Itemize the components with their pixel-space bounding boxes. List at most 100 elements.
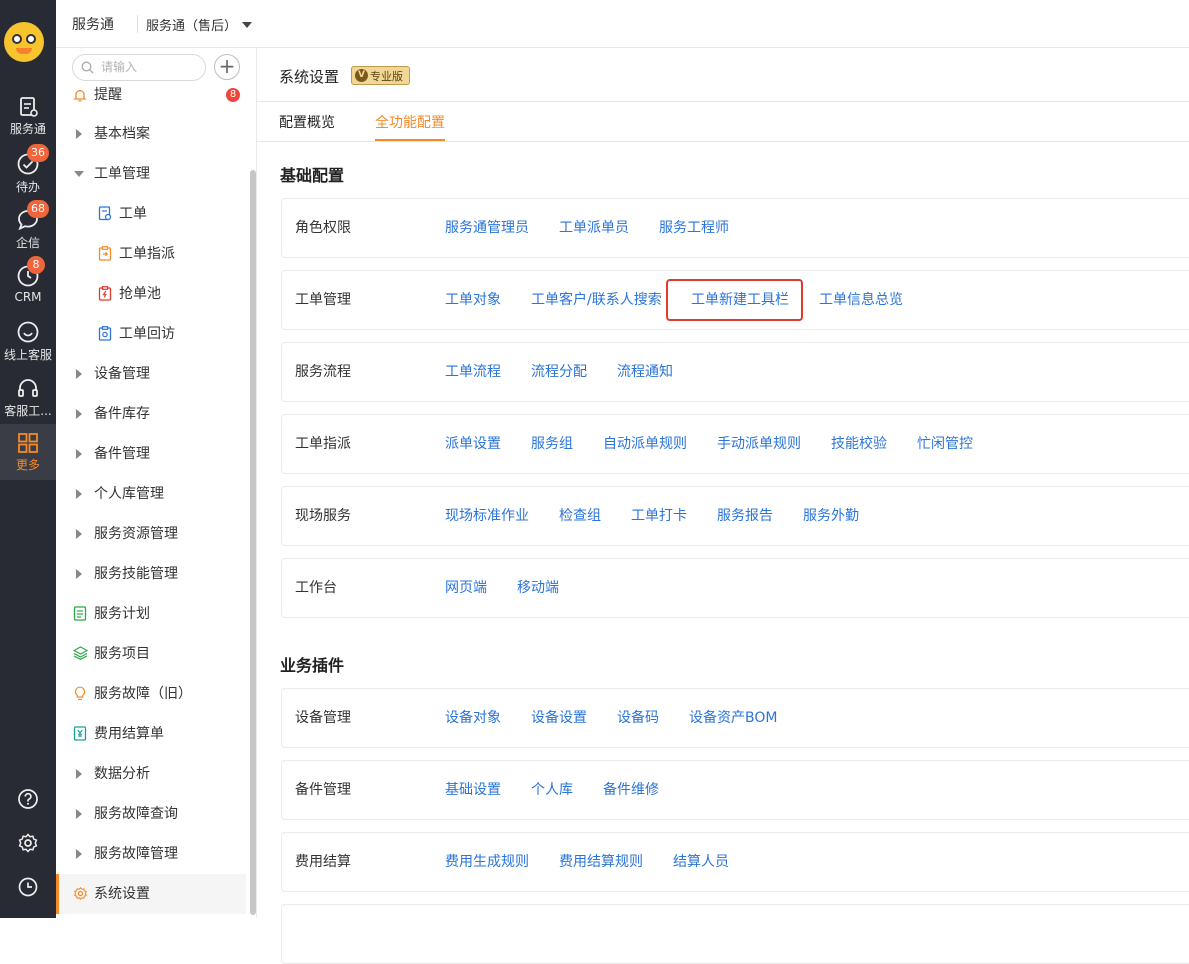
- link-device-asset-bom[interactable]: 设备资产BOM: [689, 689, 777, 747]
- link-check-group[interactable]: 检查组: [559, 487, 601, 545]
- sidebar-item-device-mgmt[interactable]: 设备管理: [56, 354, 246, 394]
- sidebar: 请输入 + 提醒 8 基本档案 工单管理 工单 工单指派 抢单池 工单回访 设备…: [56, 48, 257, 918]
- reminder-badge: 8: [226, 88, 240, 102]
- sidebar-item-label: 抢单池: [119, 286, 161, 302]
- search-icon: [81, 61, 94, 74]
- link-dispatch-settings[interactable]: 派单设置: [445, 415, 501, 473]
- help-button[interactable]: [0, 788, 56, 812]
- search-input[interactable]: 请输入: [72, 54, 206, 81]
- sidebar-item-fault-query[interactable]: 服务故障查询: [56, 794, 246, 834]
- sidebar-item-label: 系统设置: [94, 886, 150, 902]
- link-settlement-staff[interactable]: 结算人员: [673, 833, 729, 891]
- sidebar-item-spare-stock[interactable]: 备件库存: [56, 394, 246, 434]
- sidebar-item-workorder[interactable]: 工单: [56, 194, 246, 234]
- sidebar-item-fault-mgmt[interactable]: 服务故障管理: [56, 834, 246, 874]
- rail-label: CRM: [14, 290, 42, 304]
- config-row-workbench: 工作台 网页端 移动端: [281, 558, 1189, 618]
- link-workorder-overview[interactable]: 工单信息总览: [819, 271, 903, 329]
- caret-right-icon: [76, 849, 82, 859]
- rail-item-more[interactable]: 更多: [0, 424, 56, 480]
- link-service-admin[interactable]: 服务通管理员: [445, 199, 529, 257]
- tab-overview[interactable]: 配置概览: [279, 112, 335, 132]
- link-workorder-flow[interactable]: 工单流程: [445, 343, 501, 401]
- add-button[interactable]: +: [214, 54, 240, 80]
- service-doc-icon: [20, 97, 38, 117]
- link-skill-check[interactable]: 技能校验: [831, 415, 887, 473]
- layers-icon: [73, 646, 88, 660]
- crm-badge: 8: [27, 256, 45, 274]
- history-button[interactable]: [0, 876, 56, 900]
- link-service-engineer[interactable]: 服务工程师: [659, 199, 729, 257]
- history-clock-icon: [18, 877, 38, 897]
- link-busy-control[interactable]: 忙闲管控: [917, 415, 973, 473]
- link-workorder-customer-search[interactable]: 工单客户/联系人搜索: [531, 271, 662, 329]
- sidebar-item-system-settings[interactable]: 系统设置: [56, 874, 246, 914]
- link-workorder-checkin[interactable]: 工单打卡: [631, 487, 687, 545]
- sidebar-item-grab-pool[interactable]: 抢单池: [56, 274, 246, 314]
- logo-eye: [26, 34, 36, 44]
- sidebar-item-label: 工单回访: [119, 326, 175, 342]
- link-manual-dispatch-rules[interactable]: 手动派单规则: [717, 415, 801, 473]
- edition-badge-label: 专业版: [370, 70, 403, 83]
- sidebar-scrollbar[interactable]: [250, 170, 256, 915]
- link-personal-stock[interactable]: 个人库: [531, 761, 573, 819]
- sidebar-item-label: 费用结算单: [94, 726, 164, 742]
- active-indicator: [56, 874, 59, 914]
- sidebar-item-service-resource[interactable]: 服务资源管理: [56, 514, 246, 554]
- settings-button[interactable]: [0, 832, 56, 856]
- sidebar-item-service-plan[interactable]: 服务计划: [56, 594, 246, 634]
- link-fee-generation-rules[interactable]: 费用生成规则: [445, 833, 529, 891]
- rail-label: 待办: [15, 180, 40, 194]
- sidebar-item-label: 备件管理: [94, 446, 150, 462]
- sidebar-item-workorder-revisit[interactable]: 工单回访: [56, 314, 246, 354]
- assign-clipboard-icon: [98, 246, 112, 261]
- tab-full-config[interactable]: 全功能配置: [375, 112, 445, 132]
- link-service-group[interactable]: 服务组: [531, 415, 573, 473]
- rail-label: 线上客服: [3, 348, 52, 362]
- product-select[interactable]: 服务通（售后）: [146, 12, 256, 36]
- rail-item-online-service[interactable]: 线上客服: [0, 320, 56, 363]
- link-workorder-object[interactable]: 工单对象: [445, 271, 501, 329]
- link-field-work[interactable]: 服务外勤: [803, 487, 859, 545]
- sidebar-item-personal-stock[interactable]: 个人库管理: [56, 474, 246, 514]
- link-mobile[interactable]: 移动端: [517, 559, 559, 617]
- rail-label: 更多: [15, 458, 40, 472]
- sidebar-item-service-fault-old[interactable]: 服务故障（旧）: [56, 674, 246, 714]
- link-spare-repair[interactable]: 备件维修: [603, 761, 659, 819]
- link-device-object[interactable]: 设备对象: [445, 689, 501, 747]
- sidebar-item-basic-archive[interactable]: 基本档案: [56, 114, 246, 154]
- row-label: 角色权限: [295, 220, 351, 236]
- rail-item-service[interactable]: 服务通: [0, 96, 56, 137]
- sidebar-item-fee-settlement[interactable]: 费用结算单: [56, 714, 246, 754]
- link-flow-notify[interactable]: 流程通知: [617, 343, 673, 401]
- link-basic-settings[interactable]: 基础设置: [445, 761, 501, 819]
- sidebar-item-service-project[interactable]: 服务项目: [56, 634, 246, 674]
- link-auto-dispatch-rules[interactable]: 自动派单规则: [603, 415, 687, 473]
- main-panel: 系统设置 V 专业版 配置概览 全功能配置 基础配置 角色权限 服务通管理员 工…: [257, 48, 1189, 964]
- sidebar-item-data-analysis[interactable]: 数据分析: [56, 754, 246, 794]
- config-row-spare-mgmt: 备件管理 基础设置 个人库 备件维修: [281, 760, 1189, 820]
- page-title: 系统设置: [279, 68, 340, 86]
- link-device-code[interactable]: 设备码: [617, 689, 659, 747]
- link-web[interactable]: 网页端: [445, 559, 487, 617]
- sidebar-item-label: 提醒: [94, 87, 122, 103]
- link-dispatcher[interactable]: 工单派单员: [559, 199, 629, 257]
- sidebar-item-spare-mgmt[interactable]: 备件管理: [56, 434, 246, 474]
- app-logo-icon[interactable]: [4, 22, 44, 62]
- link-device-settings[interactable]: 设备设置: [531, 689, 587, 747]
- grid-icon: [18, 433, 38, 453]
- sidebar-item-service-skill[interactable]: 服务技能管理: [56, 554, 246, 594]
- logo-mouth: [16, 48, 32, 54]
- lightning-clipboard-icon: [98, 286, 112, 301]
- link-flow-assign[interactable]: 流程分配: [531, 343, 587, 401]
- link-fee-settlement-rules[interactable]: 费用结算规则: [559, 833, 643, 891]
- link-service-report[interactable]: 服务报告: [717, 487, 773, 545]
- logo-eye: [12, 34, 22, 44]
- gear-icon: [74, 886, 87, 901]
- link-onsite-sop[interactable]: 现场标准作业: [445, 487, 529, 545]
- sidebar-item-workorder-assign[interactable]: 工单指派: [56, 234, 246, 274]
- rail-item-customer-service[interactable]: 客服工...: [0, 376, 56, 419]
- sidebar-item-label: 工单管理: [94, 166, 150, 182]
- sidebar-item-reminder[interactable]: 提醒: [56, 80, 246, 110]
- sidebar-item-workorder-mgmt[interactable]: 工单管理: [56, 154, 246, 194]
